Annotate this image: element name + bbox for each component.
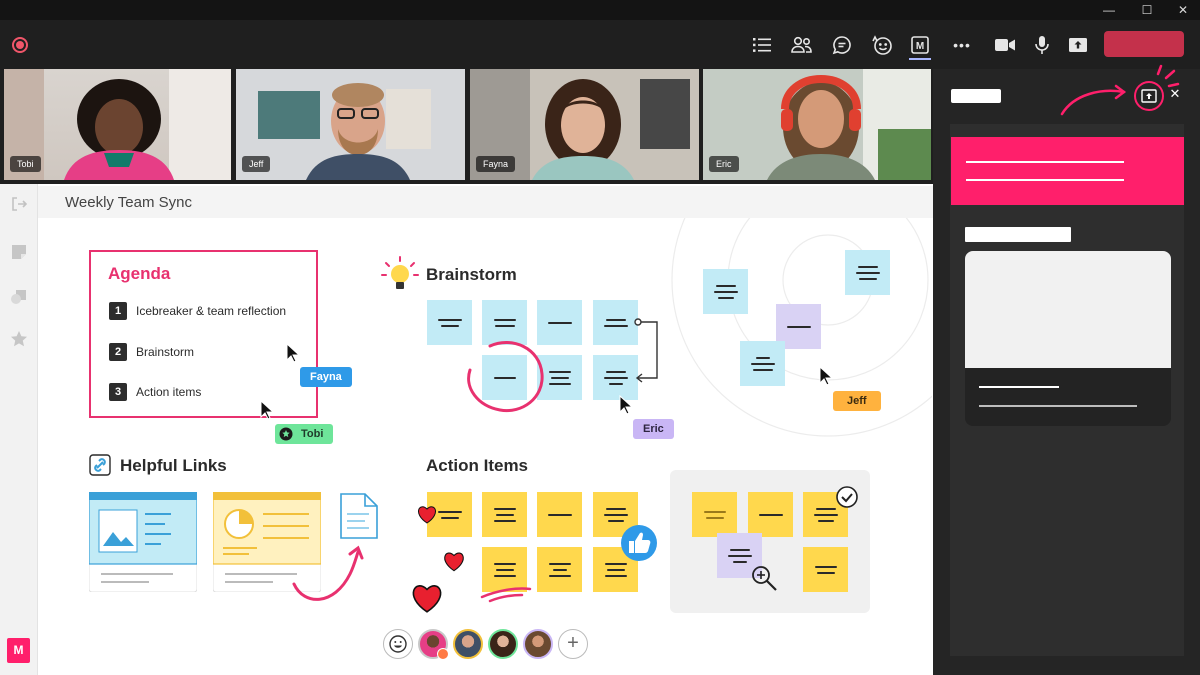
curved-arrow [292, 545, 364, 601]
cursor-label-fayna: Fayna [300, 367, 352, 387]
star-badge-icon [279, 427, 293, 441]
close-panel-button[interactable]: ✕ [1168, 87, 1182, 101]
share-icon[interactable] [1066, 33, 1090, 57]
connector-arrow [634, 318, 658, 383]
camera-icon[interactable] [993, 33, 1017, 57]
brainstorm-title: Brainstorm [426, 265, 517, 284]
agenda-item[interactable]: Icebreaker & team reflection [136, 304, 286, 318]
miro-logo: M [7, 638, 30, 663]
participant-name-label: Jeff [242, 156, 271, 172]
featured-board-card[interactable] [951, 137, 1184, 205]
video-tile-tobi[interactable]: Tobi [4, 69, 231, 180]
placeholder-line [966, 161, 1124, 163]
emoji-reaction-button[interactable] [383, 629, 413, 659]
smiley-icon [389, 635, 407, 653]
heart-icon [444, 552, 464, 572]
heart-icon [412, 585, 442, 613]
title-bar [0, 0, 1200, 20]
minimize-button[interactable]: — [1094, 2, 1124, 18]
thumbs-up-icon [621, 525, 657, 561]
link-icon [89, 454, 111, 476]
video-tile-eric[interactable]: Eric [703, 69, 931, 180]
sticky-note[interactable] [748, 492, 793, 537]
circle-highlight [467, 341, 544, 413]
cursor-icon [619, 395, 633, 415]
svg-text:M: M [916, 41, 924, 52]
checkmark-icon [836, 486, 858, 508]
agenda-title: Agenda [108, 264, 171, 283]
participant-name-label: Eric [709, 156, 739, 172]
chat-icon[interactable] [830, 33, 854, 57]
lightbulb-icon [381, 256, 419, 289]
sticky-note[interactable] [740, 341, 785, 386]
heart-icon [418, 506, 436, 524]
active-tab-indicator [909, 58, 931, 60]
board-preview-card[interactable] [965, 251, 1171, 426]
shapes-icon[interactable] [10, 288, 28, 306]
exit-icon[interactable] [10, 195, 28, 213]
mic-icon[interactable] [1030, 33, 1054, 57]
sticky-note[interactable] [803, 547, 848, 592]
share-to-stage-button[interactable] [1134, 81, 1164, 111]
video-tile-fayna[interactable]: Fayna [470, 69, 699, 180]
sticky-note[interactable] [482, 492, 527, 537]
cursor-label-eric: Eric [633, 419, 674, 439]
agenda-item[interactable]: Brainstorm [136, 345, 194, 359]
list-icon[interactable] [750, 33, 774, 57]
agenda-number: 1 [109, 302, 127, 320]
cursor-icon [286, 343, 300, 363]
avatar[interactable] [488, 629, 518, 659]
share-screen-icon [1141, 89, 1157, 103]
star-icon[interactable] [10, 330, 28, 348]
document-icon[interactable] [337, 492, 381, 540]
maximize-button[interactable]: ☐ [1132, 2, 1162, 18]
people-icon[interactable] [790, 33, 814, 57]
sticky-note-icon[interactable] [10, 243, 28, 261]
placeholder-line [966, 179, 1124, 181]
side-panel-title [951, 89, 1001, 103]
cursor-icon [819, 366, 833, 386]
meeting-toolbar [0, 20, 1200, 68]
recording-icon [12, 37, 28, 53]
action-items-title: Action Items [426, 456, 529, 475]
board-title: Weekly Team Sync [65, 194, 192, 211]
host-badge-icon [437, 648, 449, 660]
participant-name-label: Fayna [476, 156, 516, 172]
agenda-number: 2 [109, 343, 127, 361]
sticky-note[interactable] [845, 250, 890, 295]
close-window-button[interactable]: ✕ [1168, 2, 1198, 18]
avatar[interactable] [453, 629, 483, 659]
agenda-item[interactable]: Action items [136, 385, 201, 399]
magnifier-icon [752, 566, 777, 591]
more-icon[interactable]: ••• [950, 33, 974, 57]
add-collaborator-button[interactable]: + [558, 629, 588, 659]
sticky-note[interactable] [692, 492, 737, 537]
participant-video [236, 69, 465, 180]
underline-scribble [480, 587, 532, 603]
video-tile-jeff[interactable]: Jeff [236, 69, 465, 180]
cursor-icon [260, 400, 274, 420]
participant-name-label: Tobi [10, 156, 41, 172]
link-card-webpage[interactable] [89, 492, 197, 592]
leave-button[interactable] [1104, 31, 1184, 57]
placeholder-line [979, 405, 1137, 407]
cursor-label-jeff: Jeff [833, 391, 881, 411]
sticky-note[interactable] [537, 492, 582, 537]
agenda-number: 3 [109, 383, 127, 401]
avatar[interactable] [523, 629, 553, 659]
reactions-icon[interactable] [870, 33, 894, 57]
helpful-links-title: Helpful Links [120, 456, 227, 475]
miro-app-icon[interactable]: M [908, 33, 932, 57]
sticky-note[interactable] [703, 269, 748, 314]
section-heading-placeholder [965, 227, 1071, 242]
placeholder-line [979, 386, 1059, 388]
board-thumbnail [965, 251, 1171, 368]
sticky-note[interactable] [537, 547, 582, 592]
